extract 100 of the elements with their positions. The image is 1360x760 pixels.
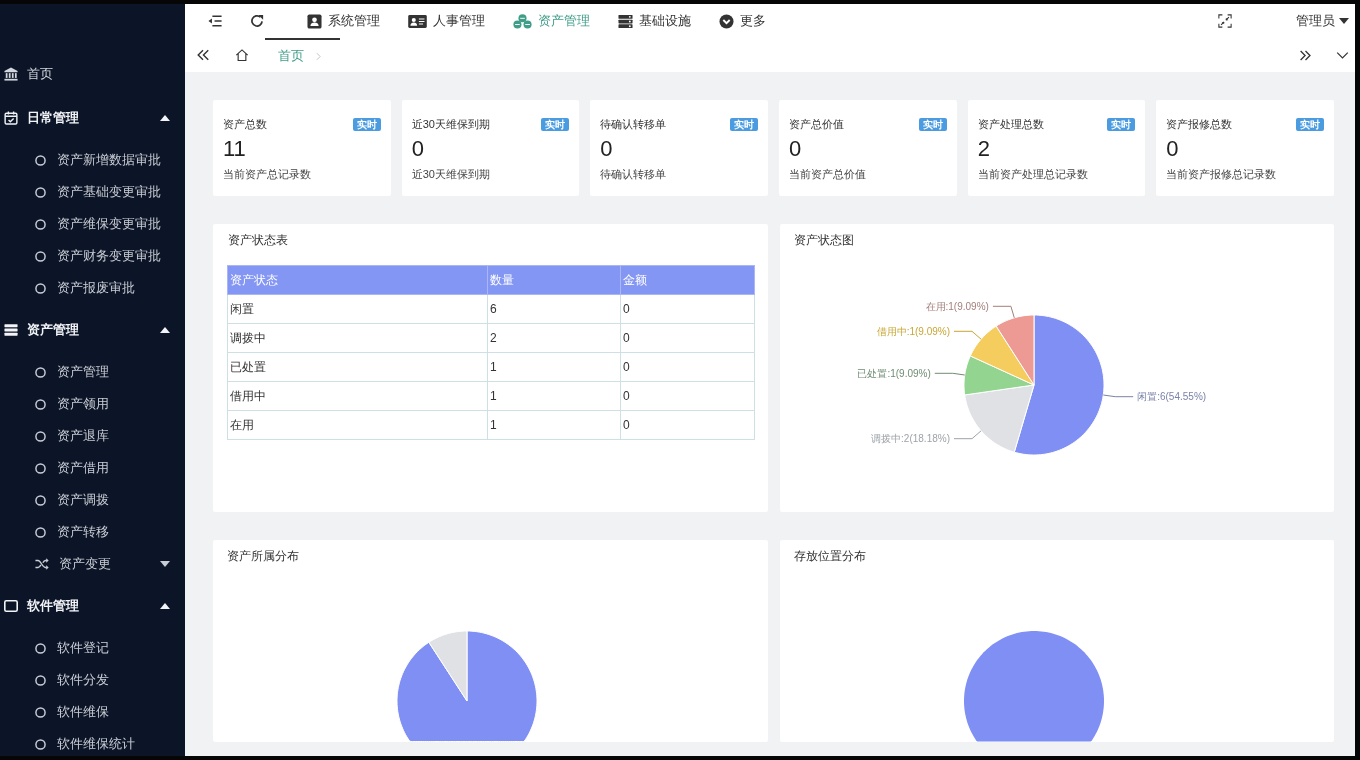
- sidebar-item[interactable]: 软件维保: [0, 696, 185, 728]
- stat-value: 0: [411, 135, 424, 163]
- sidebar-item[interactable]: 资产报废审批: [0, 272, 185, 304]
- nav-menu-item[interactable]: 人事管理: [408, 12, 485, 30]
- circles-icon: [513, 13, 532, 29]
- stat-caption: 当前资产总记录数: [223, 167, 311, 182]
- panel-title: 资产所属分布: [227, 548, 300, 565]
- panel-title: 存放位置分布: [793, 548, 867, 565]
- leader-line: [953, 430, 982, 440]
- stat-value: 11: [223, 135, 246, 163]
- nav-menu-item[interactable]: 系统管理: [307, 12, 380, 30]
- sidebar-item[interactable]: 资产借用: [0, 452, 185, 484]
- table-cell: 0: [620, 323, 755, 353]
- ring-icon: [35, 366, 46, 378]
- leader-line: [933, 372, 965, 376]
- ring-icon: [35, 186, 46, 198]
- ring-icon: [35, 430, 46, 442]
- bank-icon: [4, 67, 18, 81]
- table-cell: 闲置: [227, 294, 488, 324]
- table-cell: 2: [487, 323, 621, 353]
- ring-icon: [35, 462, 46, 474]
- table-cell: 1: [487, 381, 621, 411]
- sidebar-group[interactable]: 资产变更: [0, 548, 185, 580]
- table-header-cell: 金额: [620, 265, 755, 295]
- user-menu[interactable]: 管理员: [1296, 12, 1349, 30]
- square-icon: [4, 599, 18, 613]
- ring-icon: [35, 218, 46, 230]
- sidebar-item[interactable]: 资产管理: [0, 356, 185, 388]
- status-badge: 实时: [1296, 117, 1325, 131]
- sidebar-item[interactable]: 资产新增数据审批: [0, 144, 185, 176]
- slice-label: 在用:1(9.09%): [925, 300, 989, 312]
- stat-value: 0: [789, 135, 802, 163]
- home-icon[interactable]: [235, 48, 249, 62]
- server-icon: [618, 13, 633, 29]
- table-cell: 已处置: [227, 352, 488, 382]
- table-header-cell: 数量: [487, 265, 621, 295]
- slice-label: 闲置:6(54.55%): [1136, 391, 1206, 403]
- double-chevron-right-icon[interactable]: [1299, 48, 1312, 62]
- double-chevron-left-icon[interactable]: [196, 48, 210, 62]
- sidebar-group[interactable]: 日常管理: [0, 96, 185, 140]
- nav-menu-item[interactable]: 基础设施: [618, 12, 691, 30]
- chevron-right-icon: [316, 51, 321, 61]
- stat-title: 资产处理总数: [977, 116, 1044, 132]
- table-cell: 6: [487, 294, 621, 324]
- sidebar-item[interactable]: 资产财务变更审批: [0, 240, 185, 272]
- sidebar-item[interactable]: 首页: [0, 52, 185, 96]
- ring-icon: [35, 494, 46, 506]
- table-cell: 0: [620, 381, 755, 411]
- nav-menu-item[interactable]: 更多: [719, 12, 766, 30]
- chevron-down-icon[interactable]: [1336, 50, 1349, 60]
- stat-value: 0: [1166, 135, 1179, 163]
- status-badge: 实时: [352, 117, 381, 131]
- table-cell: 调拨中: [227, 323, 488, 353]
- status-badge: 实时: [541, 117, 570, 131]
- page-tab[interactable]: 首页: [265, 38, 340, 72]
- calendar-check-icon: [4, 111, 18, 125]
- stat-caption: 当前资产报修总记录数: [1166, 167, 1277, 182]
- status-badge: 实时: [730, 117, 758, 131]
- sidebar-item[interactable]: 软件分发: [0, 664, 185, 696]
- ring-icon: [35, 526, 46, 538]
- menu-fold-icon[interactable]: [208, 14, 222, 28]
- ring-icon: [35, 642, 46, 654]
- table-cell: 0: [620, 294, 755, 324]
- sidebar-item[interactable]: 软件维保统计: [0, 728, 185, 756]
- sidebar-item[interactable]: 资产领用: [0, 388, 185, 420]
- fullscreen-exit-icon[interactable]: [1218, 14, 1232, 28]
- sidebar-item[interactable]: 资产调拨: [0, 484, 185, 516]
- ring-icon: [35, 398, 46, 410]
- ring-icon: [35, 250, 46, 262]
- ring-icon: [35, 154, 46, 166]
- leader-line: [991, 305, 1015, 319]
- refresh-icon[interactable]: [250, 14, 264, 28]
- table-cell: 1: [487, 410, 621, 440]
- table-cell: 0: [620, 352, 755, 382]
- sidebar-group[interactable]: 资产管理: [0, 308, 185, 352]
- status-badge: 实时: [1107, 117, 1136, 131]
- table-cell: 在用: [227, 410, 488, 440]
- shuffle-icon: [35, 557, 49, 571]
- list-icon: [4, 323, 18, 337]
- stat-title: 资产总数: [223, 116, 267, 132]
- stat-title: 近30天维保到期: [411, 116, 490, 132]
- nav-menu-item[interactable]: 资产管理: [513, 12, 590, 30]
- ring-icon: [35, 282, 46, 294]
- stat-title: 资产总价值: [789, 116, 844, 132]
- stat-caption: 当前资产总价值: [789, 167, 866, 182]
- sidebar-item[interactable]: 资产基础变更审批: [0, 176, 185, 208]
- sidebar-group[interactable]: 软件管理: [0, 584, 185, 628]
- table-header-cell: 资产状态: [227, 265, 488, 295]
- leader-line: [1102, 394, 1134, 398]
- stat-caption: 近30天维保到期: [411, 167, 490, 182]
- slice-label: 已处置:1(9.09%): [856, 367, 931, 379]
- sidebar-item[interactable]: 资产退库: [0, 420, 185, 452]
- table-cell: 1: [487, 352, 621, 382]
- sidebar-item[interactable]: 软件登记: [0, 632, 185, 664]
- ring-icon: [35, 706, 46, 718]
- ring-icon: [35, 674, 46, 686]
- user-card-icon: [307, 13, 322, 29]
- stat-value: 2: [977, 135, 990, 163]
- sidebar-item[interactable]: 资产转移: [0, 516, 185, 548]
- sidebar-item[interactable]: 资产维保变更审批: [0, 208, 185, 240]
